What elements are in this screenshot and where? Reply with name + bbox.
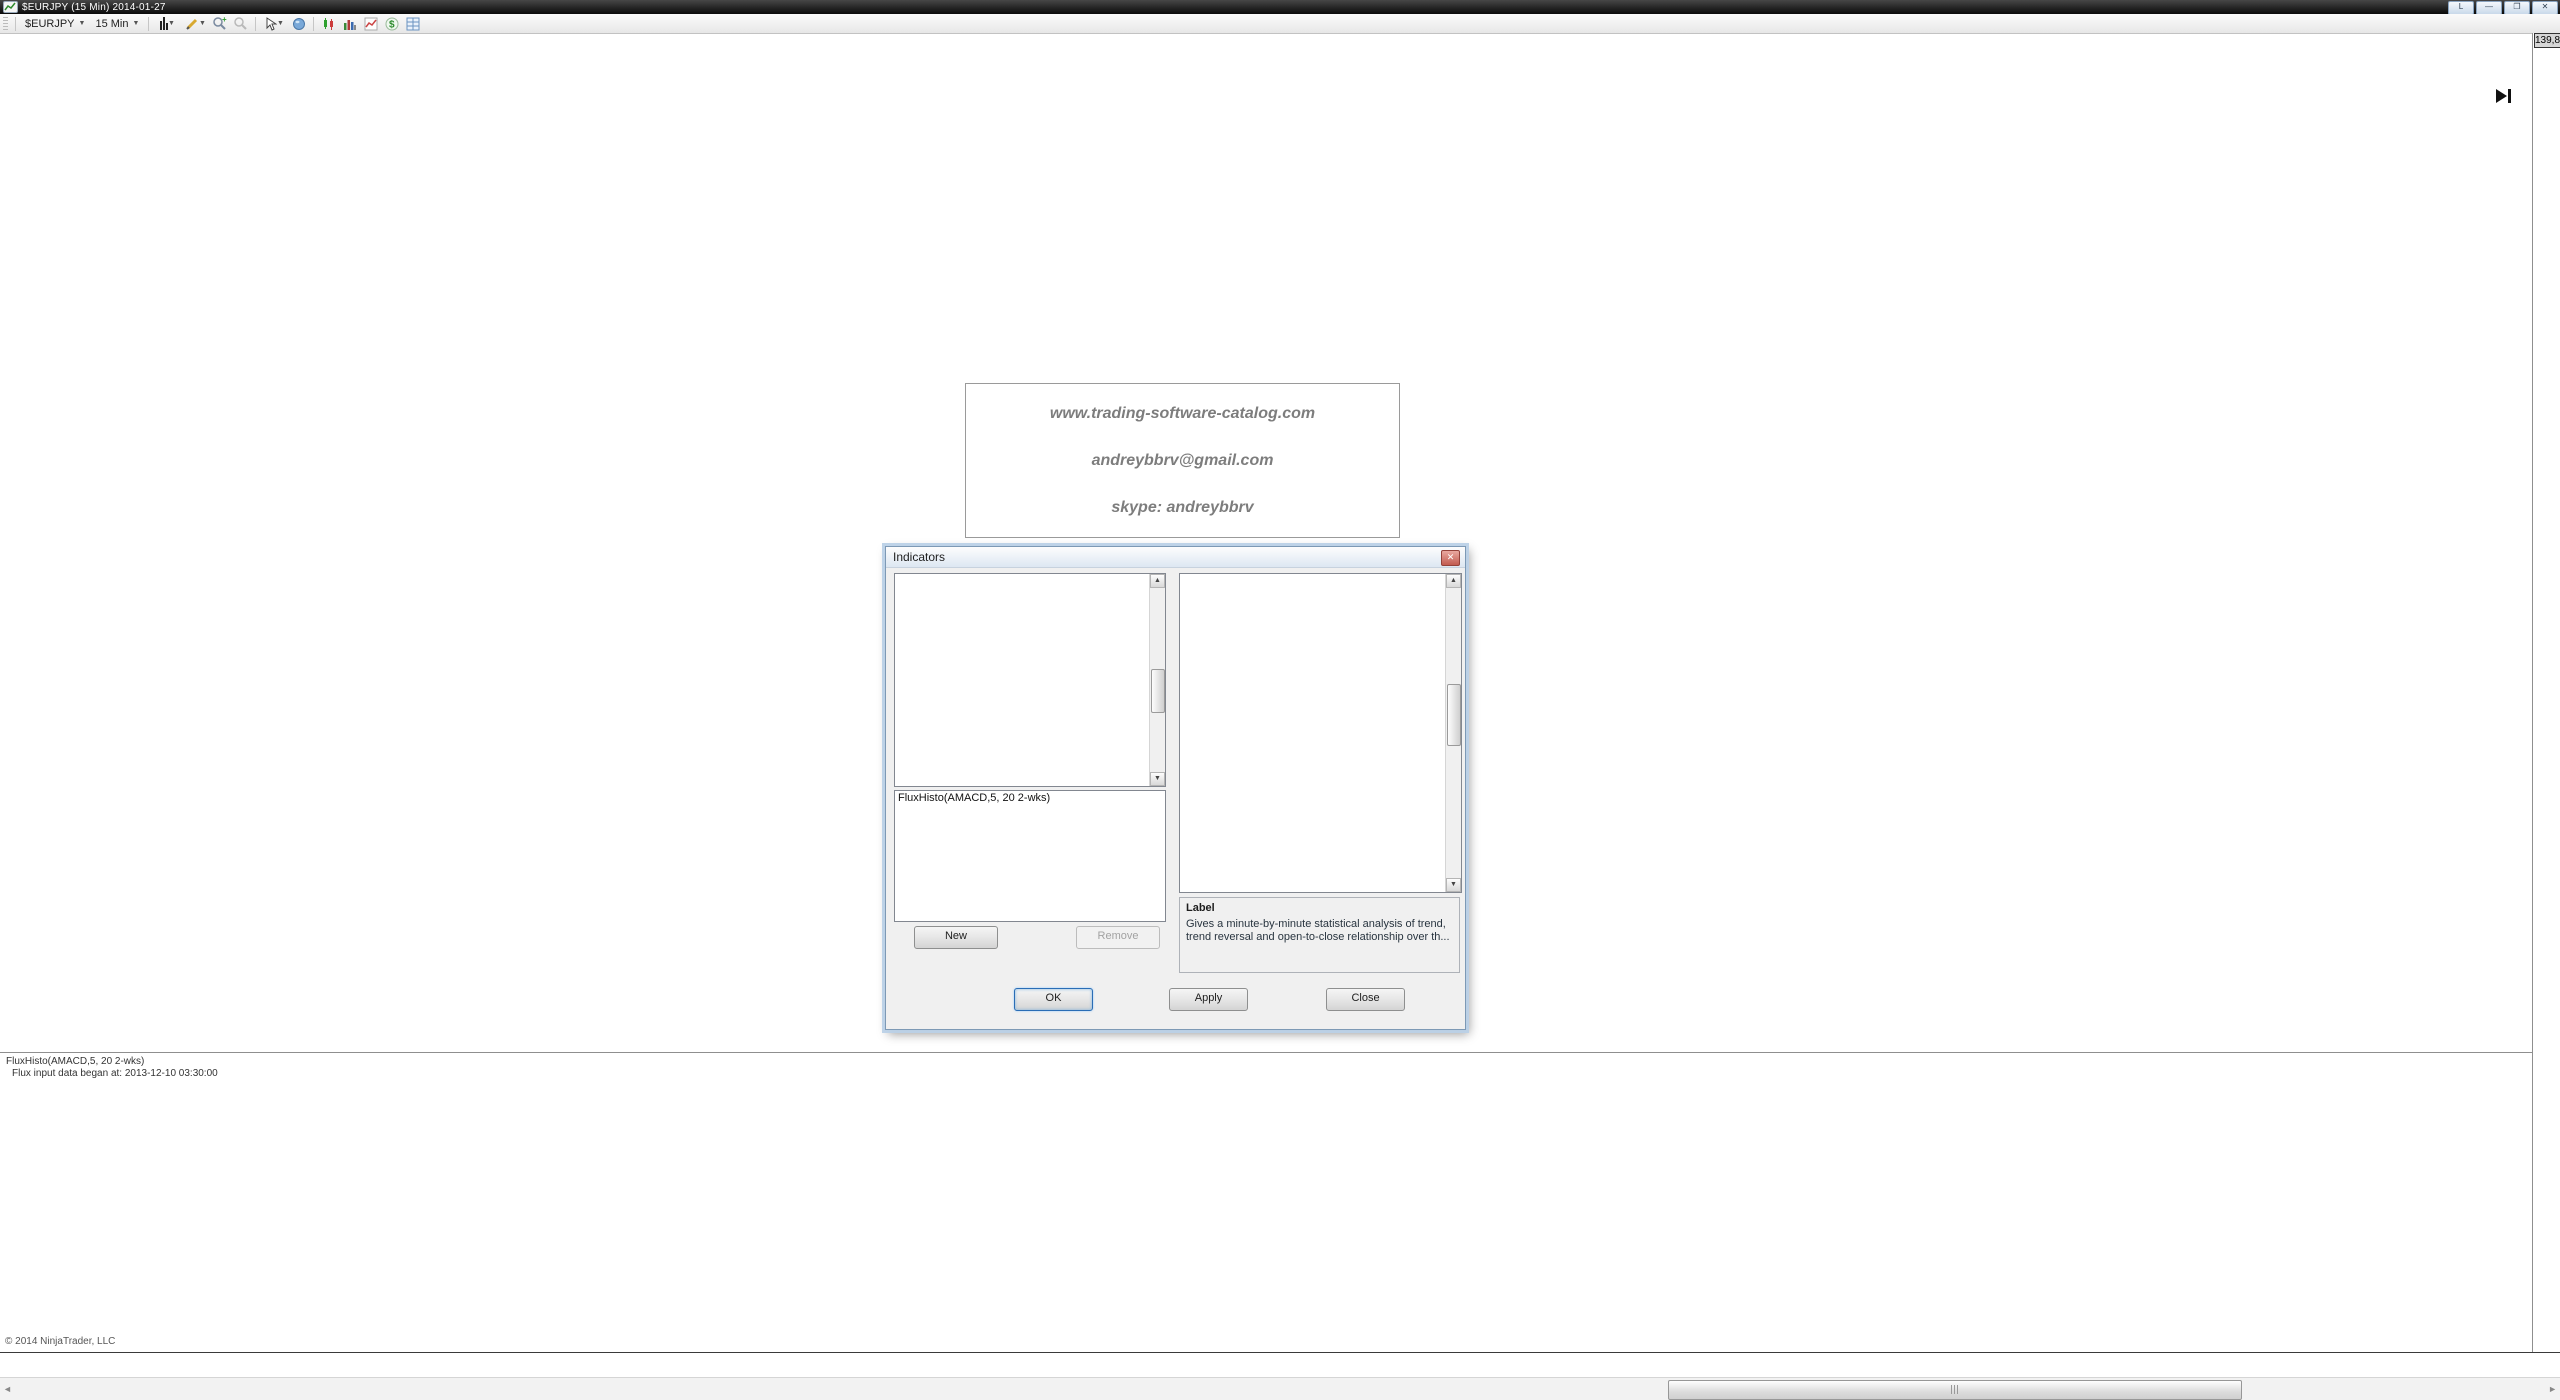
separator: [313, 17, 314, 31]
property-grid[interactable]: ▲ ▼: [1179, 573, 1462, 893]
interval-dropdown[interactable]: 15 Min ▼: [90, 16, 144, 32]
chart-toolbar: $EURJPY ▼ 15 Min ▼ ▼ ▼ + ▼ $: [0, 14, 2560, 34]
scrollbar-thumb[interactable]: [1668, 1380, 2242, 1400]
chevron-down-icon: ▼: [168, 20, 175, 27]
horizontal-scrollbar[interactable]: ◄ ►: [0, 1377, 2560, 1400]
indicator-panel-title: FluxHisto(AMACD,5, 20 2-wks): [6, 1056, 144, 1067]
scroll-down-icon[interactable]: ▼: [1150, 772, 1165, 786]
play-triangle: [2496, 89, 2507, 103]
indicators-dialog[interactable]: Indicators ✕ ▲ ▼ FluxHisto(AMACD,5, 20 2…: [885, 546, 1466, 1030]
separator: [255, 17, 256, 31]
restore-button[interactable]: ❐: [2504, 1, 2530, 15]
chevron-down-icon: ▼: [277, 20, 284, 27]
applied-indicator-item[interactable]: FluxHisto(AMACD,5, 20 2-wks): [895, 791, 1165, 805]
svg-text:$: $: [389, 19, 395, 30]
grid-scrollbar[interactable]: ▲ ▼: [1445, 574, 1461, 892]
list-scroll-thumb[interactable]: [1151, 669, 1165, 713]
zoom-in-icon[interactable]: +: [209, 15, 230, 33]
zoom-out-icon[interactable]: [230, 15, 251, 33]
separator: [15, 17, 16, 31]
link-button[interactable]: L: [2448, 1, 2474, 15]
vendor-watermark: www.trading-software-catalog.com andreyb…: [965, 383, 1400, 538]
close-dialog-button[interactable]: Close: [1326, 988, 1405, 1011]
scroll-right-icon[interactable]: ►: [2548, 1384, 2557, 1394]
minimize-button[interactable]: —: [2476, 1, 2502, 15]
ok-button[interactable]: OK: [1014, 988, 1093, 1011]
pencil-icon[interactable]: ▼: [181, 15, 209, 33]
copyright-text: © 2014 NinjaTrader, LLC: [5, 1336, 115, 1347]
remove-button[interactable]: Remove: [1076, 926, 1160, 949]
description-heading: Label: [1186, 902, 1453, 914]
app-icon: [3, 1, 18, 13]
dollar-icon[interactable]: $: [381, 15, 402, 33]
new-button[interactable]: New: [914, 926, 998, 949]
dialog-close-icon[interactable]: ✕: [1441, 550, 1460, 566]
instrument-label: $EURJPY: [25, 18, 75, 30]
dialog-titlebar[interactable]: Indicators ✕: [886, 547, 1465, 568]
property-description: Label Gives a minute-by-minute statistic…: [1179, 897, 1460, 973]
line-chart-icon[interactable]: [360, 15, 381, 33]
date-axis[interactable]: [0, 1352, 2560, 1377]
toolbar-grip[interactable]: [3, 17, 8, 31]
applied-indicators-listbox[interactable]: FluxHisto(AMACD,5, 20 2-wks): [894, 790, 1166, 922]
dialog-title: Indicators: [893, 550, 945, 564]
window-controls: L — ❐ ✕: [2448, 1, 2558, 15]
price-axis[interactable]: 139,88: [2532, 33, 2560, 1352]
scroll-up-icon[interactable]: ▲: [1150, 574, 1165, 588]
chevron-down-icon: ▼: [199, 20, 206, 27]
svg-text:+: +: [222, 16, 227, 24]
interval-label: 15 Min: [95, 18, 128, 30]
scroll-down-icon[interactable]: ▼: [1446, 878, 1461, 892]
indicator-listbox[interactable]: ▲ ▼: [894, 573, 1166, 787]
play-bar: [2508, 89, 2511, 103]
watermark-line-3: skype: andreybbrv: [1111, 499, 1253, 517]
globe-icon[interactable]: [288, 15, 309, 33]
list-scrollbar[interactable]: ▲ ▼: [1149, 574, 1165, 786]
bars-glyph: [160, 18, 168, 30]
separator: [148, 17, 149, 31]
ninjatrader-chart-window: $EURJPY (15 Min) 2014-01-27 L — ❐ ✕ $EUR…: [0, 0, 2560, 1400]
scroll-up-icon[interactable]: ▲: [1446, 574, 1461, 588]
chart-style-icon[interactable]: ▼: [153, 15, 181, 33]
cursor-icon[interactable]: ▼: [260, 15, 288, 33]
chevron-down-icon: ▼: [133, 20, 140, 27]
data-grid-icon[interactable]: [402, 15, 423, 33]
grid-scroll-thumb[interactable]: [1447, 684, 1461, 746]
window-title: $EURJPY (15 Min) 2014-01-27: [22, 2, 166, 13]
scroll-left-icon[interactable]: ◄: [3, 1384, 12, 1394]
instrument-dropdown[interactable]: $EURJPY ▼: [20, 16, 90, 32]
thumb-grip: [1951, 1385, 1959, 1394]
fluxhisto-panel[interactable]: FluxHisto(AMACD,5, 20 2-wks) Flux input …: [0, 1053, 2532, 1352]
go-to-last-bar-icon[interactable]: [2496, 89, 2511, 103]
volume-histogram-icon[interactable]: [339, 15, 360, 33]
chevron-down-icon: ▼: [79, 20, 86, 27]
watermark-line-1: www.trading-software-catalog.com: [1050, 405, 1315, 423]
last-price-marker: 139,88: [2534, 33, 2560, 48]
watermark-line-2: andreybbrv@gmail.com: [1092, 452, 1274, 470]
histogram-plot: [0, 1053, 2532, 1352]
window-titlebar[interactable]: $EURJPY (15 Min) 2014-01-27 L — ❐ ✕: [0, 0, 2560, 14]
candles-icon[interactable]: [318, 15, 339, 33]
apply-button[interactable]: Apply: [1169, 988, 1248, 1011]
description-text: Gives a minute-by-minute statistical ana…: [1186, 918, 1453, 944]
indicator-panel-subtitle: Flux input data began at: 2013-12-10 03:…: [12, 1068, 218, 1079]
close-button[interactable]: ✕: [2532, 1, 2558, 15]
